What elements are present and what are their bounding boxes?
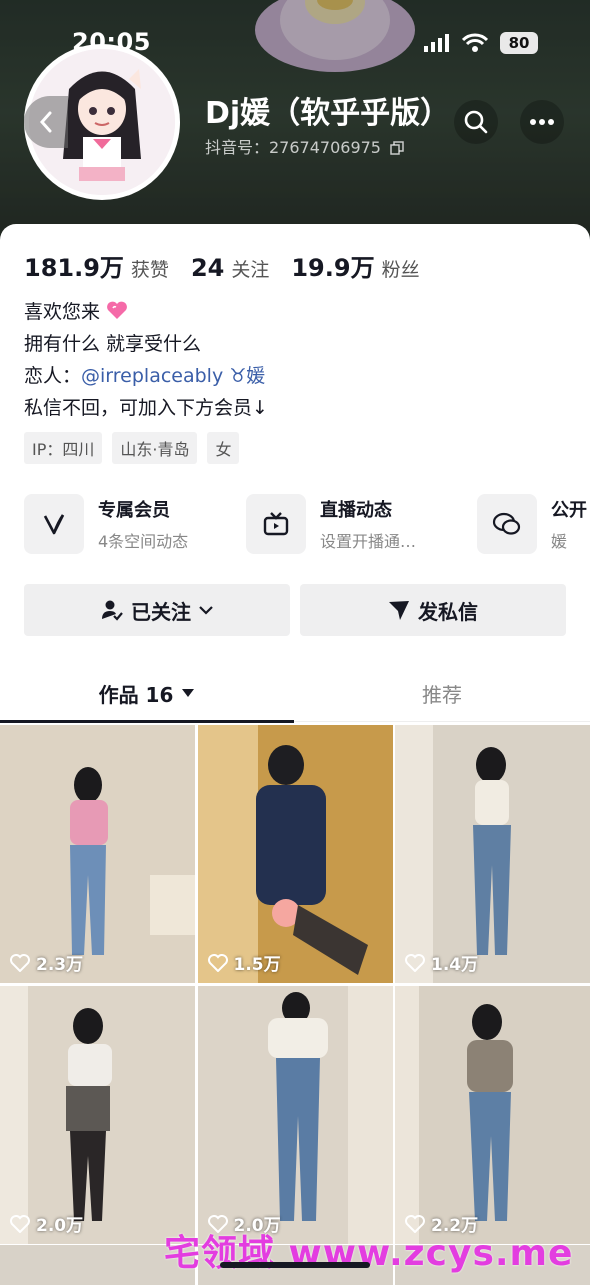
status-icons: 80 bbox=[424, 32, 538, 54]
video-thumbnail[interactable]: 1.4万 bbox=[395, 725, 590, 983]
more-dots-icon bbox=[530, 119, 554, 125]
bio-line: 拥有什么 就享受什么 bbox=[24, 333, 202, 355]
feature-shortcuts: 专属会员 4条空间动态 直播动态 设置开播通… 公开 媛 bbox=[24, 492, 590, 556]
tab-recommend-label: 推荐 bbox=[422, 682, 462, 707]
gender-tag: 女 bbox=[207, 432, 240, 464]
send-message-button[interactable]: 发私信 bbox=[300, 584, 566, 636]
likes-label: 获赞 bbox=[130, 259, 169, 281]
content-tabs: 作品 16 推荐 bbox=[0, 664, 590, 723]
battery-indicator: 80 bbox=[500, 32, 538, 54]
like-count-text: 1.5万 bbox=[233, 955, 281, 975]
like-count-text: 2.0万 bbox=[36, 1216, 84, 1236]
send-icon bbox=[389, 601, 409, 620]
video-thumbnail[interactable]: 2.0万 bbox=[0, 986, 195, 1244]
pink-heart-icon bbox=[107, 301, 127, 319]
ip-location-tag: IP：四川 bbox=[24, 432, 103, 464]
user-check-icon bbox=[102, 600, 123, 621]
followed-label: 已关注 bbox=[131, 599, 191, 624]
profile-nickname: Dj媛（软乎乎版） bbox=[205, 96, 451, 131]
more-button[interactable] bbox=[520, 100, 564, 144]
thumbnail-image bbox=[197, 986, 393, 1244]
site-watermark: 宅领域 www.zcys.me bbox=[164, 1233, 574, 1274]
thumbnail-image bbox=[197, 725, 393, 983]
city-tag: 山东·青岛 bbox=[112, 432, 198, 464]
tv-icon bbox=[246, 494, 306, 554]
heart-outline-icon bbox=[405, 953, 425, 972]
like-count-text: 1.4万 bbox=[431, 955, 479, 975]
search-button[interactable] bbox=[454, 100, 498, 144]
video-thumbnail[interactable]: 2.2万 bbox=[395, 986, 590, 1244]
profile-tags: IP：四川 山东·青岛 女 bbox=[24, 432, 240, 464]
heart-outline-icon bbox=[207, 953, 228, 972]
followers-label[interactable]: 粉丝 bbox=[382, 255, 420, 282]
like-count: 1.4万 bbox=[405, 950, 478, 975]
thumbnail-image bbox=[0, 725, 195, 983]
chat-bubbles-icon bbox=[477, 494, 537, 554]
home-indicator[interactable] bbox=[220, 1262, 370, 1268]
tab-recommend[interactable]: 推荐 bbox=[294, 664, 590, 722]
feature-title: 直播动态 bbox=[320, 500, 392, 521]
feature-subtitle: 4条空间动态 bbox=[98, 532, 189, 551]
search-icon bbox=[464, 110, 488, 134]
like-count: 2.3万 bbox=[10, 950, 83, 975]
video-thumbnail[interactable]: 2.0万 bbox=[197, 986, 393, 1244]
feature-title: 公开 bbox=[551, 500, 587, 521]
wifi-icon bbox=[462, 33, 488, 52]
thumbnail-image bbox=[395, 986, 590, 1244]
vip-v-icon bbox=[24, 494, 84, 554]
feature-vip-membership[interactable]: 专属会员 4条空间动态 bbox=[24, 492, 188, 556]
feature-subtitle: 媛 bbox=[551, 532, 568, 551]
caret-down-icon bbox=[182, 689, 195, 697]
back-button[interactable] bbox=[24, 96, 68, 148]
video-thumbnail[interactable]: 1.5万 bbox=[197, 725, 393, 983]
partner-mention-link[interactable]: @irreplaceably ♉媛 bbox=[81, 365, 265, 387]
douyin-id[interactable]: 抖音号：27674706975 bbox=[205, 134, 404, 158]
feature-public-chat[interactable]: 公开 媛 bbox=[477, 492, 587, 556]
bio-line: 喜欢您来 bbox=[24, 296, 268, 328]
followers-count[interactable]: 19.9万 bbox=[291, 248, 374, 283]
signal-icon bbox=[424, 34, 449, 52]
feature-subtitle: 设置开播通… bbox=[320, 532, 417, 551]
thumbnail-image bbox=[0, 986, 195, 1244]
tab-works-label: 作品 16 bbox=[98, 682, 174, 707]
chevron-down-icon bbox=[199, 606, 213, 615]
bio-line-text: 喜欢您来 bbox=[24, 301, 101, 323]
likes-count: 181.9万 bbox=[24, 254, 124, 282]
profile-stats: 181.9万 获赞 24 关注 19.9万 粉丝 bbox=[24, 248, 442, 283]
bio-line-text: 恋人： bbox=[24, 365, 82, 387]
bio-line: 恋人：@irreplaceably ♉媛 bbox=[24, 360, 268, 392]
profile-actions: 已关注 发私信 bbox=[24, 584, 566, 636]
feature-live-updates[interactable]: 直播动态 设置开播通… bbox=[246, 492, 416, 556]
copy-icon[interactable] bbox=[390, 141, 404, 155]
feature-title: 专属会员 bbox=[98, 500, 170, 521]
like-count-text: 2.3万 bbox=[36, 955, 84, 975]
heart-outline-icon bbox=[10, 1214, 30, 1233]
like-count: 1.5万 bbox=[207, 950, 281, 975]
video-grid: 2.3万 1.5万 1.4万 2.0万 2.0万 2.2万 bbox=[0, 725, 590, 1244]
profile-card: 181.9万 获赞 24 关注 19.9万 粉丝 喜欢您来 拥有什么 就享受什么… bbox=[0, 224, 590, 1285]
profile-bio: 喜欢您来 拥有什么 就享受什么 恋人：@irreplaceably ♉媛 私信不… bbox=[24, 296, 268, 424]
chevron-left-icon bbox=[39, 111, 52, 133]
send-message-label: 发私信 bbox=[418, 599, 478, 624]
following-label[interactable]: 关注 bbox=[231, 255, 269, 282]
like-count: 2.0万 bbox=[10, 1211, 83, 1236]
bio-line: 私信不回，可加入下方会员↓ bbox=[24, 397, 268, 419]
following-count[interactable]: 24 bbox=[191, 254, 224, 282]
thumbnail-image bbox=[395, 725, 590, 983]
tab-works[interactable]: 作品 16 bbox=[0, 664, 294, 723]
heart-outline-icon bbox=[10, 953, 30, 972]
video-thumbnail[interactable]: 2.3万 bbox=[0, 725, 195, 983]
douyin-id-text: 抖音号：27674706975 bbox=[205, 138, 381, 157]
followed-button[interactable]: 已关注 bbox=[24, 584, 290, 636]
